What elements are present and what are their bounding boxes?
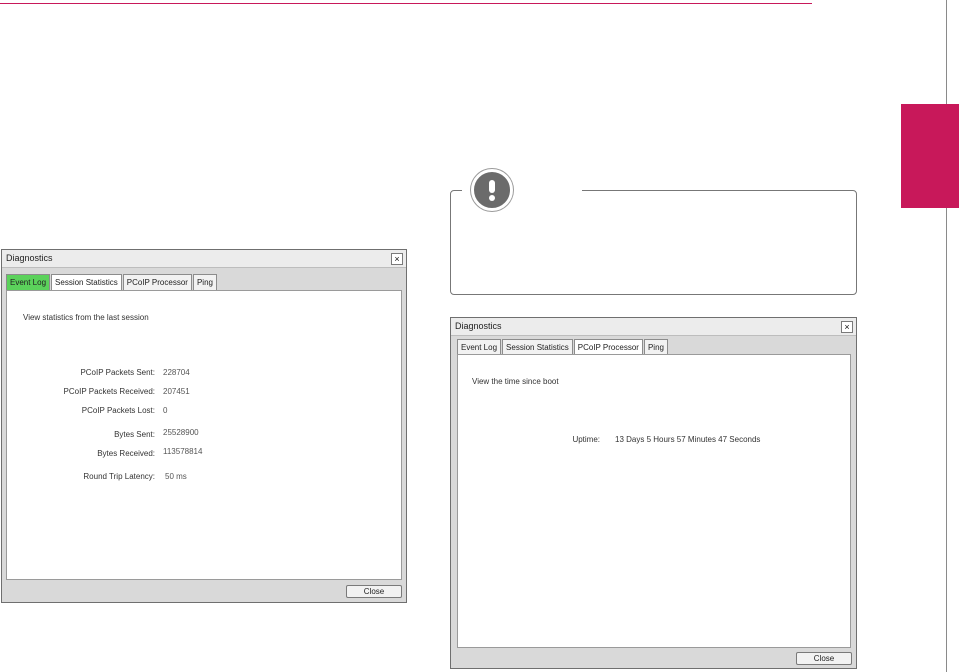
tab-session-statistics[interactable]: Session Statistics bbox=[502, 339, 573, 355]
tab-bar: Event Log Session Statistics PCoIP Proce… bbox=[457, 339, 669, 355]
stat-label: Round Trip Latency: bbox=[83, 472, 155, 481]
stat-value: 50 ms bbox=[165, 472, 187, 481]
tab-ping[interactable]: Ping bbox=[192, 274, 217, 290]
stat-value: 0 bbox=[163, 406, 168, 415]
tab-session-statistics[interactable]: Session Statistics bbox=[51, 274, 122, 290]
diagnostics-window-pcoip-processor: Diagnostics × Event Log Session Statisti… bbox=[450, 317, 857, 669]
note-box bbox=[450, 190, 857, 295]
tab-pcoip-processor[interactable]: PCoIP Processor bbox=[122, 274, 192, 290]
tab-event-log[interactable]: Event Log bbox=[6, 274, 51, 290]
stat-value: 25528900 bbox=[163, 428, 199, 437]
close-button[interactable]: Close bbox=[796, 652, 852, 665]
stat-value: 207451 bbox=[163, 387, 190, 396]
uptime-value: 13 Days 5 Hours 57 Minutes 47 Seconds bbox=[615, 435, 761, 444]
stat-label: Bytes Received: bbox=[97, 449, 155, 458]
tab-panel: View statistics from the last session PC… bbox=[6, 290, 402, 580]
tab-event-log[interactable]: Event Log bbox=[457, 339, 502, 355]
stat-label: Bytes Sent: bbox=[114, 430, 155, 439]
tab-panel: View the time since boot Uptime: 13 Days… bbox=[457, 354, 851, 648]
window-title: Diagnostics bbox=[6, 253, 53, 263]
close-icon[interactable]: × bbox=[391, 253, 403, 265]
exclamation-icon bbox=[471, 169, 513, 211]
tab-bar: Event Log Session Statistics PCoIP Proce… bbox=[6, 274, 218, 290]
close-icon[interactable]: × bbox=[841, 321, 853, 333]
window-title: Diagnostics bbox=[455, 321, 502, 331]
stat-value: 228704 bbox=[163, 368, 190, 377]
tab-pcoip-processor[interactable]: PCoIP Processor bbox=[573, 339, 643, 355]
close-button[interactable]: Close bbox=[346, 585, 402, 598]
diagnostics-window-session-statistics: Diagnostics × Event Log Session Statisti… bbox=[1, 249, 407, 603]
panel-description: View the time since boot bbox=[472, 377, 559, 386]
header-rule bbox=[0, 3, 812, 4]
window-titlebar: Diagnostics × bbox=[2, 250, 406, 268]
stat-label: PCoIP Packets Sent: bbox=[80, 368, 155, 377]
stat-label: PCoIP Packets Lost: bbox=[81, 406, 155, 415]
tab-ping[interactable]: Ping bbox=[643, 339, 668, 355]
panel-description: View statistics from the last session bbox=[23, 313, 149, 322]
uptime-label: Uptime: bbox=[572, 435, 600, 444]
window-titlebar: Diagnostics × bbox=[451, 318, 856, 336]
chapter-side-tab bbox=[901, 104, 959, 208]
stat-value: 113578814 bbox=[163, 447, 203, 456]
stat-label: PCoIP Packets Received: bbox=[63, 387, 155, 396]
page-edge-rule bbox=[946, 0, 947, 672]
